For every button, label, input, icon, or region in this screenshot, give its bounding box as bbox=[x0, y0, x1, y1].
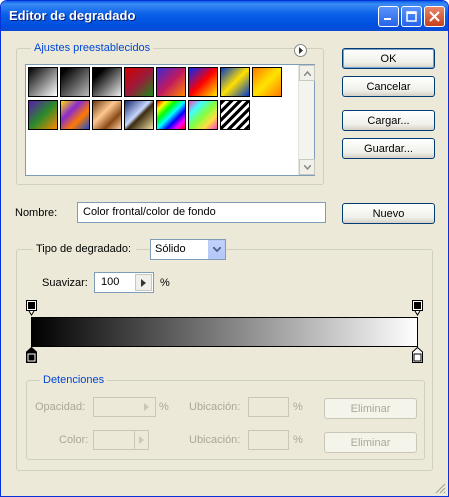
preset-swatch-blue-red-yellow[interactable] bbox=[188, 67, 218, 97]
presets-list[interactable] bbox=[25, 64, 315, 176]
chevron-down-icon bbox=[303, 164, 311, 170]
smoothness-label: Suavizar: bbox=[42, 277, 88, 289]
preset-swatch-violet-green-orange[interactable] bbox=[28, 100, 58, 130]
load-button[interactable]: Cargar... bbox=[342, 110, 435, 131]
chevron-down-icon bbox=[212, 247, 221, 252]
preset-swatch-blue-yellow-blue[interactable] bbox=[220, 67, 250, 97]
arrow-right-icon bbox=[139, 436, 144, 444]
close-icon bbox=[429, 11, 440, 22]
preset-swatch-transparent-stripes[interactable] bbox=[220, 100, 250, 130]
presets-menu-button[interactable] bbox=[294, 44, 307, 57]
arrow-right-icon bbox=[141, 278, 146, 287]
cancel-button[interactable]: Cancelar bbox=[342, 76, 435, 97]
opacity-label: Opacidad: bbox=[35, 401, 86, 413]
maximize-button[interactable] bbox=[401, 6, 422, 27]
chevron-up-icon bbox=[303, 70, 311, 76]
smoothness-field[interactable]: 100 bbox=[94, 272, 154, 293]
preset-swatch-transparent-rainbow[interactable] bbox=[188, 100, 218, 130]
color-stop-right[interactable] bbox=[412, 346, 423, 366]
preset-swatch-copper[interactable] bbox=[92, 100, 122, 130]
opacity-location-label: Ubicación: bbox=[189, 401, 241, 413]
preset-swatch-red-green[interactable] bbox=[124, 67, 154, 97]
presets-scrollbar[interactable] bbox=[298, 65, 315, 175]
color-stop-left[interactable] bbox=[26, 346, 37, 366]
stops-group-label: Detenciones bbox=[40, 374, 108, 386]
gradient-type-select[interactable]: Sólido bbox=[150, 239, 226, 260]
ok-button[interactable]: OK bbox=[342, 48, 435, 69]
color-menu-button bbox=[134, 431, 148, 449]
delete-opacity-stop-button[interactable]: Eliminar bbox=[324, 398, 417, 419]
opacity-unit: % bbox=[159, 401, 169, 413]
arrow-right-icon bbox=[144, 403, 149, 411]
opacity-stop-icon bbox=[412, 300, 423, 316]
gradient-preview-bar[interactable] bbox=[31, 317, 418, 347]
new-button[interactable]: Nuevo bbox=[342, 203, 435, 224]
preset-swatch-black-white[interactable] bbox=[28, 67, 58, 97]
window-title: Editor de degradado bbox=[9, 8, 136, 23]
arrow-right-icon bbox=[299, 47, 303, 54]
opacity-field bbox=[93, 397, 156, 417]
scroll-down-button[interactable] bbox=[299, 159, 315, 175]
smoothness-value: 100 bbox=[101, 276, 120, 288]
color-swatch-field bbox=[93, 430, 149, 450]
opacity-stop-icon bbox=[26, 300, 37, 316]
color-location-label: Ubicación: bbox=[189, 434, 241, 446]
gradient-editor-dialog: Editor de degradado Ajustes preestableci… bbox=[0, 0, 449, 497]
color-stop-icon bbox=[26, 346, 37, 363]
save-button[interactable]: Guardar... bbox=[342, 138, 435, 159]
minimize-icon bbox=[384, 18, 391, 20]
dropdown-button[interactable] bbox=[208, 240, 225, 259]
delete-color-stop-button[interactable]: Eliminar bbox=[324, 432, 417, 453]
gradient-type-label: Tipo de degradado: bbox=[33, 243, 136, 255]
smoothness-unit: % bbox=[160, 277, 170, 289]
preset-swatch-black-white-transparent[interactable] bbox=[92, 67, 122, 97]
preset-swatch-chrome[interactable] bbox=[124, 100, 154, 130]
maximize-icon bbox=[406, 11, 417, 22]
presets-group-label: Ajustes preestablecidos bbox=[31, 42, 154, 54]
preset-swatch-orange-yellow-orange[interactable] bbox=[252, 67, 282, 97]
close-button[interactable] bbox=[424, 6, 445, 27]
opacity-location-field bbox=[248, 397, 289, 417]
title-bar[interactable]: Editor de degradado bbox=[1, 1, 448, 31]
color-label: Color: bbox=[59, 434, 89, 446]
minimize-button[interactable] bbox=[378, 6, 399, 27]
preset-swatch-yellow-violet-orange-blue[interactable] bbox=[60, 100, 90, 130]
resize-grip-icon[interactable] bbox=[434, 482, 446, 494]
preset-swatch-black-transparent[interactable] bbox=[60, 67, 90, 97]
preset-swatch-violet-orange[interactable] bbox=[156, 67, 186, 97]
color-location-field bbox=[248, 430, 289, 450]
preset-swatch-spectrum[interactable] bbox=[156, 100, 186, 130]
name-field[interactable]: Color frontal/color de fondo bbox=[77, 202, 326, 223]
name-label: Nombre: bbox=[15, 207, 58, 219]
opacity-location-unit: % bbox=[293, 401, 303, 413]
color-stop-icon bbox=[412, 346, 423, 363]
smoothness-stepper-button[interactable] bbox=[135, 274, 152, 291]
gradient-type-value: Sólido bbox=[155, 243, 186, 255]
scroll-up-button[interactable] bbox=[299, 65, 315, 81]
color-location-unit: % bbox=[293, 434, 303, 446]
